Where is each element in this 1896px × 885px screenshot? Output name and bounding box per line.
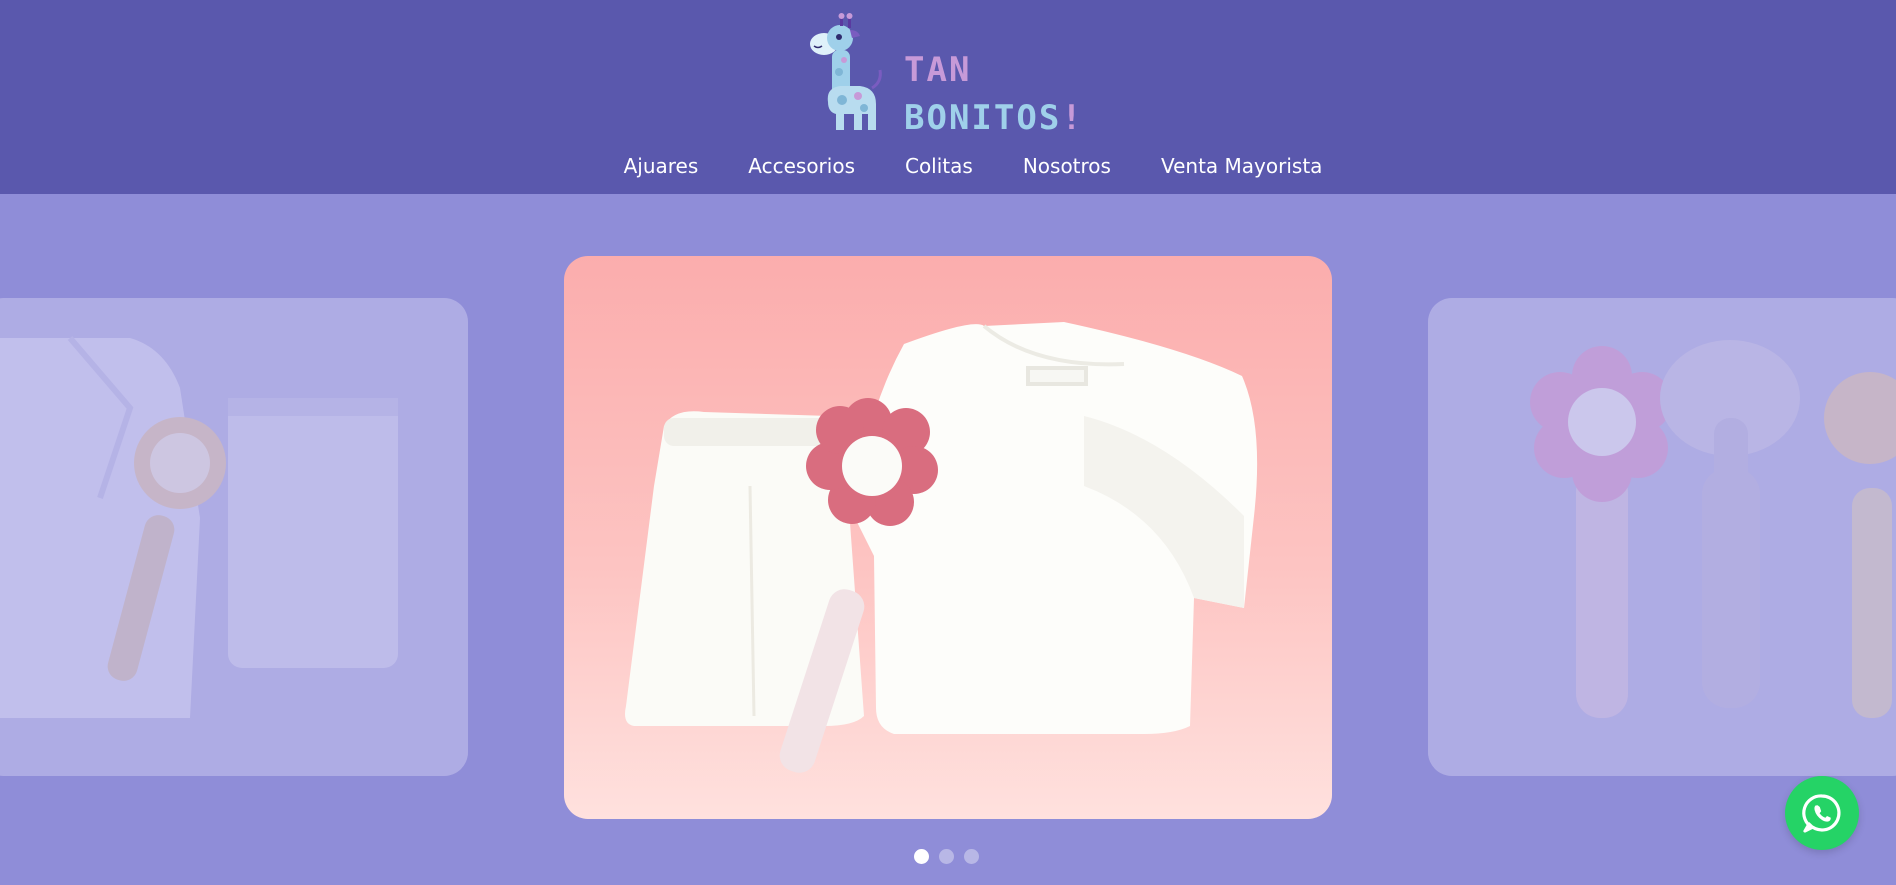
carousel-dot-3[interactable] [964,849,979,864]
carousel-slide-previous[interactable] [0,298,468,776]
product-image-ajuar-flower-rattle [625,322,1258,773]
carousel-slide-next[interactable] [1428,298,1896,776]
carousel-slide-active[interactable] [564,256,1332,819]
inactive-slide-overlay [1428,298,1896,776]
nav-item-nosotros[interactable]: Nosotros [1023,154,1111,178]
nav-item-ajuares[interactable]: Ajuares [624,154,699,178]
main-nav: Ajuares Accesorios Colitas Nosotros Vent… [0,154,1896,178]
brand-wordmark-line-1: TAN [904,50,971,90]
whatsapp-button[interactable] [1785,776,1859,850]
carousel-dot-1[interactable] [914,849,929,864]
nav-item-colitas[interactable]: Colitas [905,154,973,178]
brand-line2: BONITOS [904,98,1062,138]
nav-item-accesorios[interactable]: Accesorios [748,154,855,178]
brand-logo[interactable]: TAN BONITOS! [806,10,1086,140]
site-header: TAN BONITOS! Ajuares Accesorios Colitas … [0,0,1896,194]
brand-wordmark-line-2: BONITOS! [904,98,1084,138]
whatsapp-icon [1802,794,1841,833]
carousel-pagination [914,849,979,864]
brand-exclaim: ! [1061,98,1084,138]
brand-line1: TAN [904,50,972,90]
inactive-slide-overlay [0,298,468,776]
nav-item-venta-mayorista[interactable]: Venta Mayorista [1161,154,1322,178]
giraffe-icon [810,13,882,130]
carousel-dot-2[interactable] [939,849,954,864]
